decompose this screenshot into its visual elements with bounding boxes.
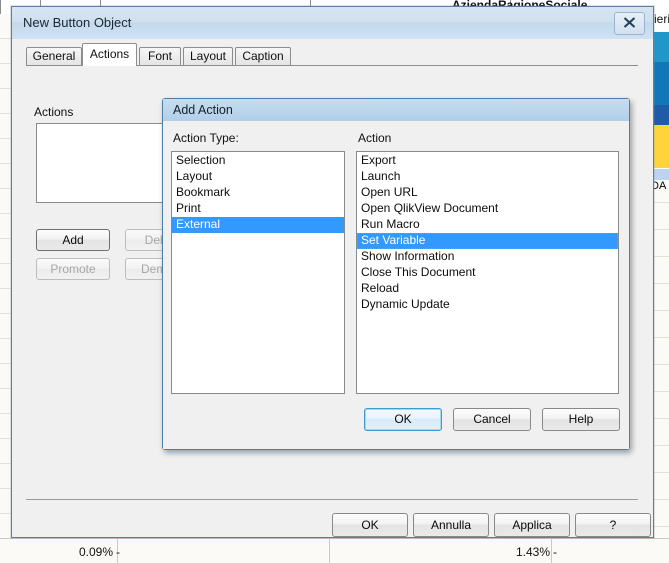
dialog-cancel-button[interactable]: Annulla — [413, 513, 489, 537]
list-item[interactable]: Close This Document — [357, 265, 618, 281]
tab-font[interactable]: Font — [139, 47, 181, 65]
tab-strip: General Actions Font Layout Caption — [26, 43, 636, 66]
list-item[interactable]: Export — [357, 153, 618, 169]
list-item[interactable]: Layout — [172, 169, 344, 185]
list-item[interactable]: Dynamic Update — [357, 297, 618, 313]
list-item[interactable]: Selection — [172, 153, 344, 169]
background-bottom-row: 0.09% - 1.43% - — [0, 538, 669, 563]
action-listbox[interactable]: Export Launch Open URL Open QlikView Doc… — [356, 151, 619, 394]
list-item[interactable]: Launch — [357, 169, 618, 185]
list-item[interactable]: Bookmark — [172, 185, 344, 201]
add-action-ok-button[interactable]: OK — [364, 408, 442, 431]
list-item[interactable]: Run Macro — [357, 217, 618, 233]
list-item[interactable]: Print — [172, 201, 344, 217]
list-item-selected[interactable]: Set Variable — [357, 233, 618, 249]
list-item-selected[interactable]: External — [172, 217, 344, 233]
dialog-title-bar[interactable]: New Button Object — [12, 7, 653, 40]
action-type-label: Action Type: — [173, 131, 239, 145]
background-bottom-right-dash: - — [553, 545, 557, 559]
list-item[interactable]: Show Information — [357, 249, 618, 265]
tab-caption[interactable]: Caption — [235, 47, 291, 65]
close-icon[interactable] — [614, 12, 645, 35]
dialog-ok-button[interactable]: OK — [332, 513, 408, 537]
tab-general[interactable]: General — [26, 47, 82, 65]
dialog-help-button[interactable]: ? — [575, 513, 651, 537]
list-item[interactable]: Reload — [357, 281, 618, 297]
promote-action-button: Promote — [36, 258, 110, 280]
add-action-cancel-button[interactable]: Cancel — [453, 408, 531, 431]
list-item[interactable]: Open URL — [357, 185, 618, 201]
background-bottom-left-dash: - — [116, 545, 120, 559]
action-type-listbox[interactable]: Selection Layout Bookmark Print External — [171, 151, 345, 394]
actions-group-label: Actions — [34, 105, 74, 119]
add-action-help-button[interactable]: Help — [542, 408, 620, 431]
add-action-dialog: Add Action Action Type: Action Selection… — [162, 98, 630, 450]
tab-layout[interactable]: Layout — [183, 47, 233, 65]
add-action-title: Add Action — [173, 103, 233, 117]
add-action-body: Action Type: Action Selection Layout Boo… — [163, 121, 629, 449]
action-label: Action — [358, 131, 392, 145]
tab-actions[interactable]: Actions — [82, 43, 137, 66]
background-bottom-right-value: 1.43% — [515, 545, 550, 559]
list-item[interactable]: Open QlikView Document — [357, 201, 618, 217]
footer-divider — [26, 499, 638, 500]
background-bottom-left-value: 0.09% — [78, 545, 113, 559]
dialog-title: New Button Object — [23, 15, 132, 30]
add-action-button[interactable]: Add — [36, 229, 110, 251]
dialog-apply-button[interactable]: Applica — [494, 513, 570, 537]
add-action-title-bar[interactable]: Add Action — [163, 99, 629, 122]
